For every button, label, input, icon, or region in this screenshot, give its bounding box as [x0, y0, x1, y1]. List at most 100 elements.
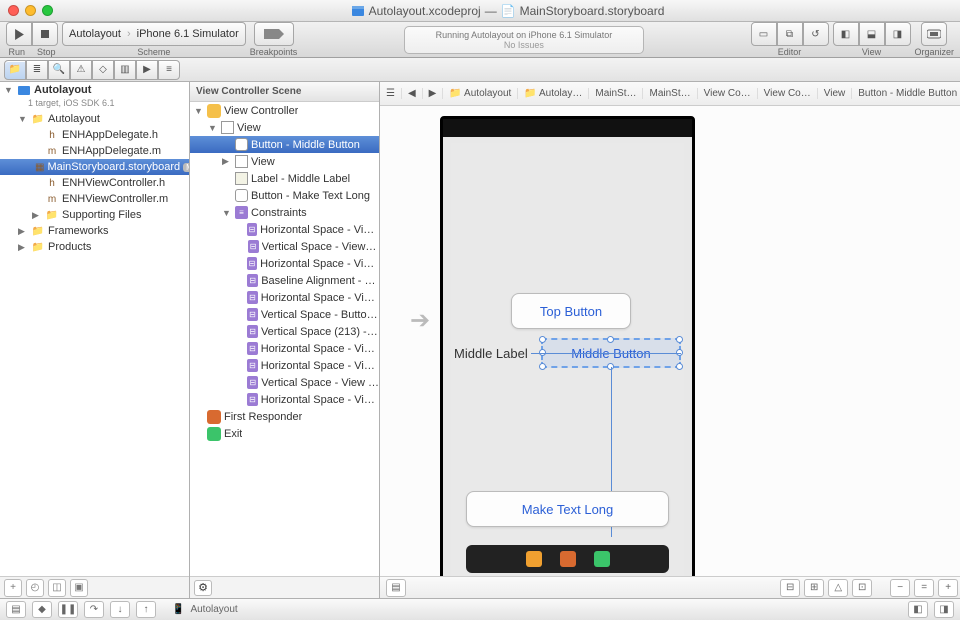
scene-phone-frame: Top Button Middle Label Middle Button: [440, 116, 695, 576]
align-button[interactable]: ⊟: [780, 579, 800, 597]
jumpbar-segment[interactable]: View Co…: [758, 88, 818, 99]
jump-bar[interactable]: ☰ ◀ ▶ 📁 Autolayout📁 Autolay…MainSt…MainS…: [380, 82, 960, 106]
related-items-button[interactable]: ☰: [380, 88, 402, 99]
window-titlebar: Autolayout.xcodeproj — 📄 MainStoryboard.…: [0, 0, 960, 22]
nav-item[interactable]: ▶📁Supporting Files: [0, 207, 189, 223]
outline-item[interactable]: First Responder: [190, 408, 379, 425]
search-navigator-tab[interactable]: 🔍: [48, 60, 70, 80]
jumpbar-segment[interactable]: Button - Middle Button: [852, 88, 960, 99]
outline-item[interactable]: ▼View: [190, 119, 379, 136]
breakpoint-navigator-tab[interactable]: ▶: [136, 60, 158, 80]
breakpoints-button[interactable]: [254, 22, 294, 46]
step-over-button[interactable]: ↷: [84, 601, 104, 618]
zoom-out-button[interactable]: −: [890, 579, 910, 597]
outline-item[interactable]: ⊟Horizontal Space - View - B…: [190, 289, 379, 306]
nav-item[interactable]: ▶📁Products: [0, 239, 189, 255]
project-navigator-tab[interactable]: 📁: [4, 60, 26, 80]
recent-filter-button[interactable]: ◴: [26, 579, 44, 597]
outline-item[interactable]: Label - Middle Label: [190, 170, 379, 187]
standard-editor-button[interactable]: ▭: [751, 22, 777, 46]
nav-item[interactable]: mENHAppDelegate.m: [0, 143, 189, 159]
outline-item[interactable]: ⊟Horizontal Space - View - B…: [190, 391, 379, 408]
minimize-window-button[interactable]: [25, 5, 36, 16]
outline-item[interactable]: ⊟Vertical Space (213) - View…: [190, 323, 379, 340]
exit-icon[interactable]: [594, 551, 610, 567]
close-window-button[interactable]: [8, 5, 19, 16]
middle-label[interactable]: Middle Label: [454, 346, 528, 361]
canvas-area[interactable]: ➔ Top Button Middle Label Middle Button: [380, 106, 960, 576]
outline-item[interactable]: ⊟Vertical Space - View - View: [190, 238, 379, 255]
nav-item[interactable]: ▦MainStoryboard.storyboardM: [0, 159, 189, 175]
first-responder-icon[interactable]: [560, 551, 576, 567]
resizing-button[interactable]: ⊡: [852, 579, 872, 597]
nav-item[interactable]: hENHAppDelegate.h: [0, 127, 189, 143]
toggle-outline-button[interactable]: ▤: [386, 579, 406, 597]
constraint-guide-horizontal: [531, 353, 681, 354]
outline-item[interactable]: ⊟Horizontal Space - View - B…: [190, 340, 379, 357]
log-navigator-tab[interactable]: ≡: [158, 60, 180, 80]
toggle-navigator-button[interactable]: ◧: [833, 22, 859, 46]
project-root[interactable]: ▼Autolayout: [0, 82, 189, 98]
organizer-button[interactable]: [921, 22, 947, 46]
zoom-in-button[interactable]: +: [938, 579, 958, 597]
outline-item[interactable]: Exit: [190, 425, 379, 442]
zoom-actual-button[interactable]: =: [914, 579, 934, 597]
root-view[interactable]: Top Button Middle Label Middle Button: [451, 143, 684, 576]
run-button[interactable]: [6, 22, 32, 46]
outline-item[interactable]: ⊟Vertical Space - Button - Mi…: [190, 306, 379, 323]
add-file-button[interactable]: +: [4, 579, 22, 597]
jumpbar-segment[interactable]: 📁 Autolay…: [518, 88, 589, 99]
forward-button[interactable]: ▶: [423, 88, 444, 99]
hide-debug-button[interactable]: ▤: [6, 601, 26, 618]
breakpoints-toggle[interactable]: ◆: [32, 601, 52, 618]
test-navigator-tab[interactable]: ◇: [92, 60, 114, 80]
scene-dock: [466, 545, 669, 573]
jumpbar-segment[interactable]: 📁 Autolayout: [443, 88, 518, 99]
scm-filter-button[interactable]: ◫: [48, 579, 66, 597]
toggle-debug-button[interactable]: ⬓: [859, 22, 885, 46]
back-button[interactable]: ◀: [402, 88, 423, 99]
issue-navigator-tab[interactable]: ⚠: [70, 60, 92, 80]
resolve-issues-button[interactable]: △: [828, 579, 848, 597]
variables-view-toggle[interactable]: ◧: [908, 601, 928, 618]
jumpbar-segment[interactable]: MainSt…: [643, 88, 697, 99]
outline-tree[interactable]: ▼View Controller▼ViewButton - Middle But…: [190, 102, 379, 576]
outline-item[interactable]: ▼≡Constraints: [190, 204, 379, 221]
project-tree[interactable]: ▼Autolayout1 target, iOS SDK 6.1▼📁Autola…: [0, 82, 189, 576]
toggle-utilities-button[interactable]: ◨: [885, 22, 911, 46]
jumpbar-segment[interactable]: View: [818, 88, 853, 99]
jumpbar-segment[interactable]: View Co…: [698, 88, 758, 99]
outline-item[interactable]: ▼View Controller: [190, 102, 379, 119]
pause-button[interactable]: ❚❚: [58, 601, 78, 618]
outline-filter-button[interactable]: ⚙: [194, 580, 212, 596]
assistant-editor-button[interactable]: ⧉: [777, 22, 803, 46]
version-editor-button[interactable]: ↺: [803, 22, 829, 46]
stop-button[interactable]: [32, 22, 58, 46]
symbol-navigator-tab[interactable]: ≣: [26, 60, 48, 80]
pin-button[interactable]: ⊞: [804, 579, 824, 597]
outline-item[interactable]: ⊟Horizontal Space - View - View: [190, 255, 379, 272]
nav-item[interactable]: mENHViewController.m: [0, 191, 189, 207]
debug-bar: ▤ ◆ ❚❚ ↷ ↓ ↑ 📱 Autolayout ◧ ◨: [0, 598, 960, 620]
zoom-window-button[interactable]: [42, 5, 53, 16]
outline-item[interactable]: ⊟Vertical Space - View - But…: [190, 374, 379, 391]
outline-item[interactable]: ⊟Horizontal Space - View - B…: [190, 357, 379, 374]
outline-item[interactable]: ⊟Horizontal Space - View - View: [190, 221, 379, 238]
jumpbar-segment[interactable]: MainSt…: [589, 88, 643, 99]
console-view-toggle[interactable]: ◨: [934, 601, 954, 618]
nav-item[interactable]: ▶📁Frameworks: [0, 223, 189, 239]
step-into-button[interactable]: ↓: [110, 601, 130, 618]
make-text-long-button[interactable]: Make Text Long: [466, 491, 669, 527]
top-button[interactable]: Top Button: [511, 293, 631, 329]
outline-item[interactable]: ▶View: [190, 153, 379, 170]
debug-navigator-tab[interactable]: ▥: [114, 60, 136, 80]
outline-item[interactable]: Button - Middle Button: [190, 136, 379, 153]
nav-item[interactable]: ▼📁Autolayout: [0, 111, 189, 127]
view-controller-icon[interactable]: [526, 551, 542, 567]
unsaved-filter-button[interactable]: ▣: [70, 579, 88, 597]
outline-item[interactable]: Button - Make Text Long: [190, 187, 379, 204]
step-out-button[interactable]: ↑: [136, 601, 156, 618]
outline-item[interactable]: ⊟Baseline Alignment - Label…: [190, 272, 379, 289]
scheme-selector[interactable]: Autolayout › iPhone 6.1 Simulator: [62, 22, 246, 46]
nav-item[interactable]: hENHViewController.h: [0, 175, 189, 191]
